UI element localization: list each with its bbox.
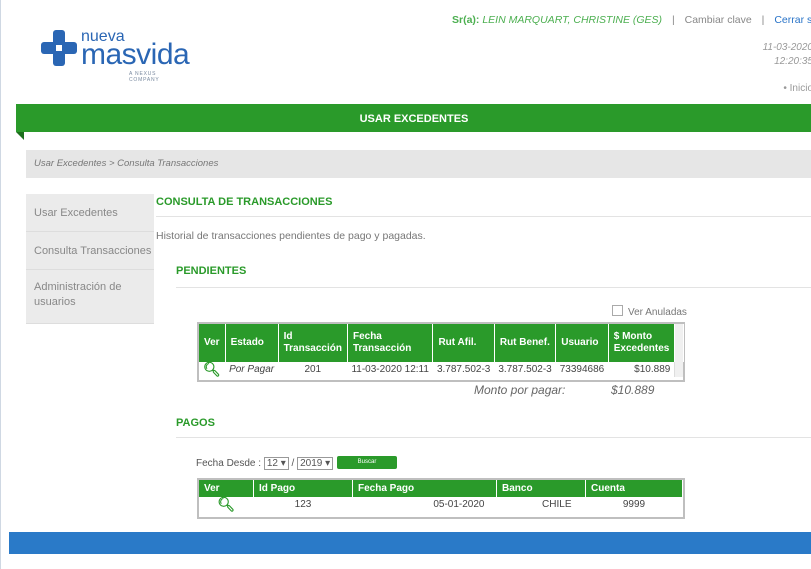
page-title: CONSULTA DE TRANSACCIONES <box>156 196 333 208</box>
table-row: 🔍︎ 123 05-01-2020 CHILE 9999 <box>199 497 683 512</box>
show-cancelled-checkbox[interactable]: Ver Anuladas <box>612 305 687 318</box>
change-password-link[interactable]: Cambiar clave <box>685 14 752 26</box>
cell-id-pago: 123 <box>294 499 312 510</box>
page-banner: USAR EXCEDENTES <box>16 104 811 132</box>
logo[interactable]: nueva masvida A NEXUS COMPANY <box>39 28 190 83</box>
datetime: 11-03-2020 12:20:35 <box>763 41 811 69</box>
search-icon[interactable]: 🔍︎ <box>203 361 221 377</box>
year-select[interactable]: 2019 ▾ <box>297 457 334 470</box>
user-info: Sr(a): LEIN MARQUART, CHRISTINE (GES) <box>452 14 663 26</box>
logo-text-main: masvida <box>81 38 190 71</box>
user-bar: Sr(a): LEIN MARQUART, CHRISTINE (GES) | … <box>452 14 811 26</box>
col-header[interactable]: Rut Afil. <box>432 324 495 362</box>
cell-rut-benef: 3.787.502-3 <box>498 364 552 375</box>
breadcrumb-text[interactable]: Usar Excedentes > Consulta Transacciones <box>34 158 218 169</box>
col-header[interactable]: Estado <box>225 324 279 362</box>
logo-icon <box>41 30 77 66</box>
col-header[interactable]: Fecha Transacción <box>347 324 434 362</box>
cell-monto: $10.889 <box>634 364 671 375</box>
sidebar-item-usar-excedentes[interactable]: Usar Excedentes <box>26 194 154 232</box>
pending-table: Ver Estado Id Transacción Fecha Transacc… <box>199 324 684 377</box>
date-filter-label: Fecha Desde : <box>196 458 262 469</box>
divider <box>156 216 811 217</box>
col-header[interactable]: Fecha Pago <box>352 480 497 497</box>
page: nueva masvida A NEXUS COMPANY Sr(a): LEI… <box>0 0 811 569</box>
cell-rut-afil: 3.787.502-3 <box>436 364 491 375</box>
col-header[interactable]: Usuario <box>555 324 609 362</box>
col-header[interactable]: Banco <box>496 480 586 497</box>
current-time: 12:20:35 <box>774 56 811 67</box>
month-select[interactable]: 12 ▾ <box>263 457 289 470</box>
footer-bar <box>9 532 811 554</box>
table-row: 🔍︎ Por Pagar 201 11-03-2020 12:11 3.787.… <box>199 362 684 377</box>
col-header[interactable]: Cuenta <box>585 480 683 497</box>
banner-title: USAR EXCEDENTES <box>359 113 469 125</box>
pending-table-container: Ver Estado Id Transacción Fecha Transacc… <box>197 322 685 382</box>
breadcrumb: Usar Excedentes > Consulta Transacciones <box>26 150 811 178</box>
payments-title: PAGOS <box>176 417 215 429</box>
banner-fold <box>16 132 24 140</box>
pending-title: PENDIENTES <box>176 265 247 277</box>
cell-banco: CHILE <box>542 499 572 510</box>
cell-usuario: 73394686 <box>559 364 605 375</box>
col-header[interactable]: $ Monto Excedentes <box>608 324 676 362</box>
col-header[interactable]: Rut Benef. <box>494 324 557 362</box>
divider <box>176 287 811 288</box>
sidebar-item-administracion-usuarios[interactable]: Administración de usuarios <box>26 270 154 324</box>
payments-table: Ver Id Pago Fecha Pago Banco Cuenta 🔍︎ 1… <box>199 480 683 512</box>
payments-table-container: Ver Id Pago Fecha Pago Banco Cuenta 🔍︎ 1… <box>197 478 685 519</box>
logout-link[interactable]: Cerrar sesión <box>774 14 811 26</box>
col-header[interactable]: Ver <box>199 480 254 497</box>
cell-estado: Por Pagar <box>229 364 275 375</box>
date-filter: Fecha Desde : 12 ▾ / 2019 ▾ <box>196 457 334 470</box>
current-date: 11-03-2020 <box>762 42 811 53</box>
cell-fecha-pago: 05-01-2020 <box>433 499 485 510</box>
scrollbar[interactable] <box>674 362 684 377</box>
col-header[interactable]: Ver <box>199 324 226 362</box>
cell-cuenta: 9999 <box>622 499 646 510</box>
view-cell[interactable]: 🔍︎ <box>199 362 225 377</box>
logo-text-sub: A NEXUS COMPANY <box>129 71 160 83</box>
col-header[interactable]: Id Transacción <box>278 324 348 362</box>
checkbox-box[interactable] <box>612 305 623 316</box>
cell-id: 201 <box>304 364 322 375</box>
col-header[interactable]: Id Pago <box>253 480 353 497</box>
sidebar: Usar Excedentes Consulta Transacciones A… <box>26 194 154 324</box>
divider <box>176 437 811 438</box>
total-value: $10.889 <box>611 383 655 397</box>
search-icon[interactable]: 🔍︎ <box>217 496 235 512</box>
sidebar-item-consulta-transacciones[interactable]: Consulta Transacciones <box>26 232 154 270</box>
search-button[interactable]: Buscar <box>337 456 397 469</box>
page-description: Historial de transacciones pendientes de… <box>156 230 426 242</box>
user-name: LEIN MARQUART, CHRISTINE (GES) <box>482 14 663 26</box>
total-label: Monto por pagar: <box>474 383 566 397</box>
home-link[interactable]: • Inicio <box>783 83 811 94</box>
scrollbar[interactable] <box>674 324 684 362</box>
cell-fecha: 11-03-2020 12:11 <box>351 364 429 375</box>
show-cancelled-label: Ver Anuladas <box>628 307 687 318</box>
view-cell[interactable]: 🔍︎ <box>199 497 254 512</box>
